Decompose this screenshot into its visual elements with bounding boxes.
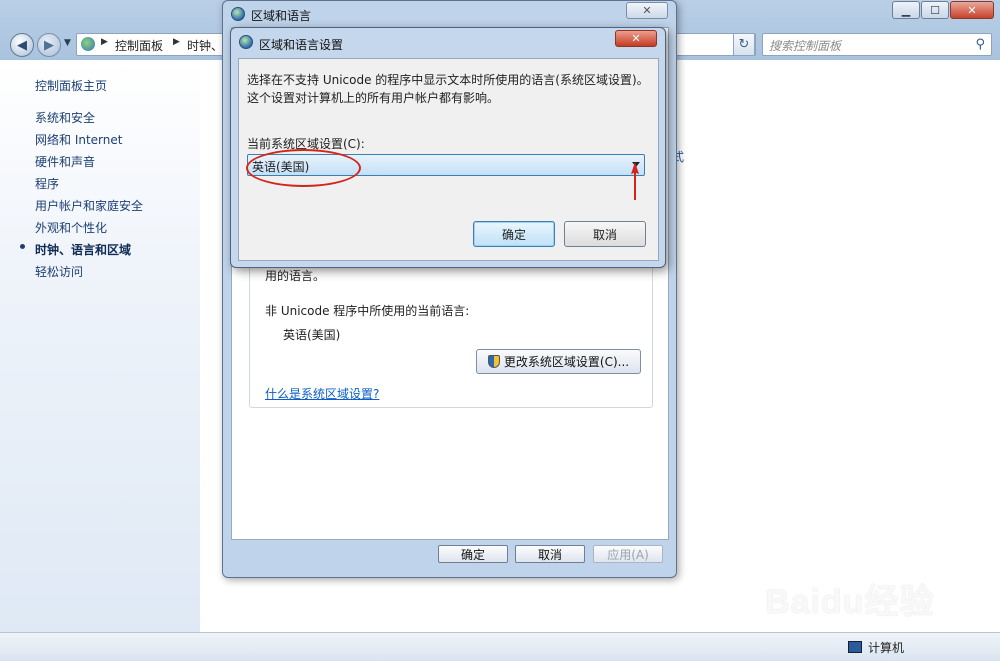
settings-ok-button[interactable]: 确定: [473, 221, 555, 247]
sidebar-item-hardware-sound[interactable]: 硬件和声音: [35, 153, 95, 170]
annotation-ellipse: [246, 149, 361, 187]
region-cancel-button[interactable]: 取消: [515, 545, 585, 563]
sidebar-item-clock-language[interactable]: 时钟、语言和区域: [35, 241, 131, 258]
control-panel-icon: [81, 37, 95, 51]
system-locale-help-link[interactable]: 什么是系统区域设置?: [265, 385, 379, 402]
globe-icon: [231, 7, 245, 21]
refresh-icon: ↻: [738, 37, 750, 52]
refresh-button[interactable]: ↻: [733, 33, 755, 56]
sidebar-item-system-security[interactable]: 系统和安全: [35, 109, 95, 126]
settings-dialog-title: 区域和语言设置: [259, 38, 344, 52]
non-unicode-label: 非 Unicode 程序中所使用的当前语言:: [265, 304, 470, 318]
settings-description: 选择在不支持 Unicode 的程序中显示文本时所使用的语言(系统区域设置)。这…: [247, 73, 649, 105]
sidebar: 控制面板主页 系统和安全 网络和 Internet 硬件和声音 程序 用户帐户和…: [0, 60, 200, 632]
settings-titlebar: 区域和语言设置 ✕: [231, 28, 665, 56]
search-placeholder: 搜索控制面板: [769, 39, 842, 53]
status-text: 计算机: [868, 641, 905, 655]
main-window-controls: ▁ ☐ ✕: [892, 1, 994, 19]
region-ok-button[interactable]: 确定: [438, 545, 508, 563]
arrow-left-icon: ◀: [17, 37, 27, 53]
sidebar-item-user-accounts[interactable]: 用户帐户和家庭安全: [35, 197, 143, 214]
watermark-url: jingyan.baidu.com: [765, 617, 885, 632]
computer-icon: [848, 641, 862, 653]
breadcrumb-separator-icon: ▶: [101, 37, 108, 47]
region-apply-button[interactable]: 应用(A): [593, 545, 663, 563]
annotation-arrow-icon: [631, 162, 639, 200]
uac-shield-icon: [487, 355, 500, 368]
sidebar-item-appearance[interactable]: 外观和个性化: [35, 219, 107, 236]
active-bullet-icon: [20, 244, 25, 249]
region-titlebar: 区域和语言 ✕: [223, 1, 676, 27]
region-dialog-title: 区域和语言: [251, 9, 312, 23]
recent-pages-chevron-icon[interactable]: ▼: [64, 38, 71, 48]
sidebar-item-home[interactable]: 控制面板主页: [35, 77, 107, 94]
sidebar-item-ease-of-access[interactable]: 轻松访问: [35, 263, 83, 280]
breadcrumb-control-panel[interactable]: 控制面板: [115, 37, 163, 54]
sidebar-item-network[interactable]: 网络和 Internet: [35, 131, 122, 148]
settings-close-button[interactable]: ✕: [615, 30, 657, 47]
region-language-settings-dialog: 区域和语言设置 ✕ 选择在不支持 Unicode 的程序中显示文本时所使用的语言…: [230, 27, 666, 268]
globe-icon: [239, 35, 253, 49]
close-button[interactable]: ✕: [950, 1, 994, 19]
change-system-locale-label: 更改系统区域设置(C)...: [503, 355, 630, 369]
breadcrumb-separator-icon: ▶: [173, 37, 180, 47]
baidu-watermark: Baidu经验 jingyan.baidu.com: [765, 565, 955, 640]
current-language-value: 英语(美国): [283, 328, 341, 342]
minimize-button[interactable]: ▁: [892, 1, 920, 19]
group-description-text: 用的语言。: [265, 269, 326, 283]
forward-button[interactable]: ▶: [37, 33, 61, 57]
search-icon[interactable]: ⚲: [975, 37, 985, 52]
paw-icon: [842, 565, 864, 588]
change-system-locale-button[interactable]: 更改系统区域设置(C)...: [476, 349, 641, 374]
arrow-right-icon: ▶: [44, 37, 54, 53]
sidebar-item-programs[interactable]: 程序: [35, 175, 59, 192]
maximize-button[interactable]: ☐: [921, 1, 949, 19]
settings-cancel-button[interactable]: 取消: [564, 221, 646, 247]
back-button[interactable]: ◀: [10, 33, 34, 57]
region-close-button[interactable]: ✕: [626, 2, 668, 19]
search-input[interactable]: 搜索控制面板 ⚲: [762, 33, 992, 56]
